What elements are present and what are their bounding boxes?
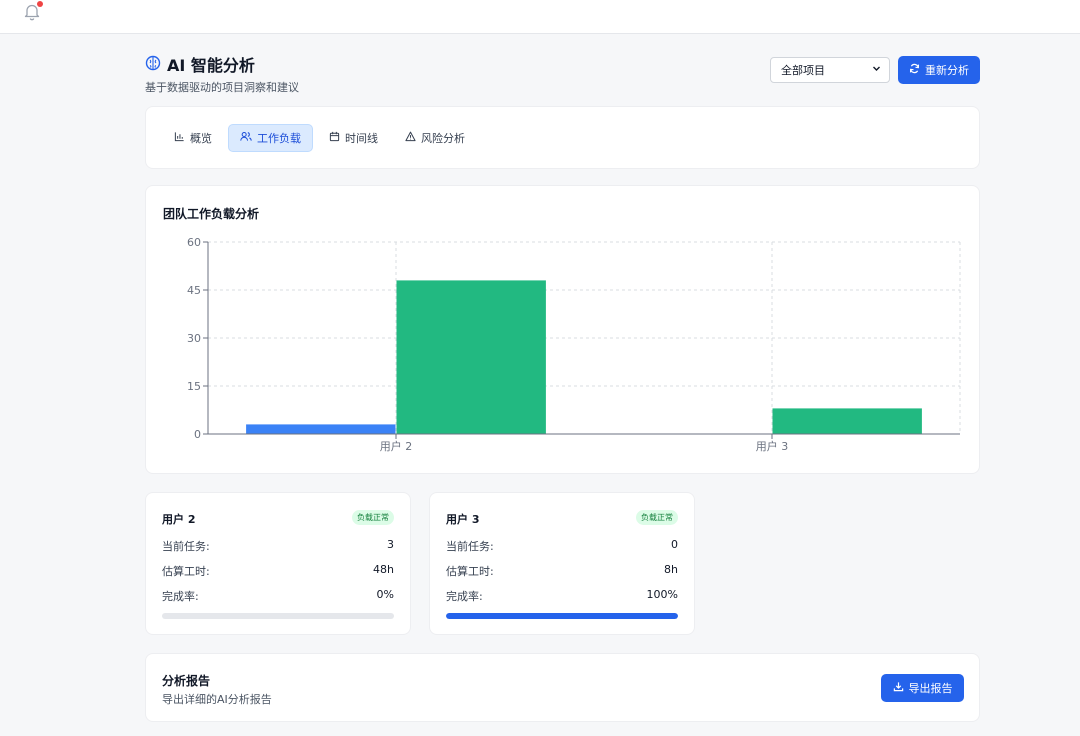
- report-subtitle: 导出详细的AI分析报告: [162, 693, 272, 706]
- tab-label: 概览: [190, 132, 212, 145]
- completion-row: 完成率: 100%: [446, 588, 678, 604]
- completion-progress-fill: [446, 613, 678, 619]
- tasks-row: 当前任务: 3: [162, 538, 394, 554]
- completion-label: 完成率:: [162, 590, 199, 603]
- top-bar: [0, 0, 1080, 34]
- status-badge: 负载正常: [636, 510, 678, 525]
- tab-risk[interactable]: 风险分析: [394, 124, 476, 152]
- hours-value: 48h: [373, 563, 394, 576]
- tab-timeline[interactable]: 时间线: [318, 124, 389, 152]
- hours-value: 8h: [664, 563, 678, 576]
- notification-dot: [37, 1, 43, 7]
- tab-label: 工作负载: [257, 132, 301, 145]
- user-card: 用户 2 负载正常 当前任务: 3 估算工时: 48h 完成率: 0%: [145, 492, 411, 635]
- tab-workload[interactable]: 工作负载: [228, 124, 313, 152]
- y-tick-label: 30: [187, 332, 201, 345]
- export-report-label: 导出报告: [908, 682, 953, 695]
- warning-icon: [405, 131, 416, 145]
- tasks-label: 当前任务:: [446, 540, 494, 553]
- completion-label: 完成率:: [446, 590, 483, 603]
- tasks-row: 当前任务: 0: [446, 538, 678, 554]
- tab-overview[interactable]: 概览: [163, 124, 223, 152]
- page-title: AI 智能分析: [167, 56, 255, 75]
- tabs-card: 概览 工作负载 时间线 风险分析: [145, 106, 980, 169]
- completion-row: 完成率: 0%: [162, 588, 394, 604]
- status-badge: 负载正常: [352, 510, 394, 525]
- report-title: 分析报告: [162, 674, 211, 688]
- calendar-icon: [329, 131, 340, 145]
- project-select-value: 全部项目: [781, 64, 825, 77]
- chart-bar: [246, 424, 396, 434]
- tab-label: 时间线: [345, 132, 378, 145]
- x-tick-label: 用户 3: [756, 439, 789, 453]
- workload-bar-chart: 0 15 30 45 60 用户 2 用户 3: [187, 236, 961, 453]
- users-icon: [240, 131, 252, 145]
- x-tick-label: 用户 2: [380, 439, 413, 453]
- reanalyze-label: 重新分析: [925, 64, 969, 77]
- tasks-label: 当前任务:: [162, 540, 210, 553]
- chevron-down-icon: [872, 64, 881, 76]
- tasks-value: 3: [387, 538, 394, 551]
- download-icon: [893, 681, 904, 695]
- page-header: AI 智能分析 基于数据驱动的项目洞察和建议 全部项目 重新分析: [145, 52, 980, 94]
- y-tick-label: 60: [187, 236, 201, 249]
- chart-bar: [772, 408, 922, 434]
- hours-row: 估算工时: 8h: [446, 563, 678, 579]
- report-card: 分析报告 导出详细的AI分析报告 导出报告: [145, 653, 980, 722]
- hours-label: 估算工时:: [162, 565, 210, 578]
- hours-label: 估算工时:: [446, 565, 494, 578]
- y-tick-label: 15: [187, 380, 201, 393]
- hours-row: 估算工时: 48h: [162, 563, 394, 579]
- bar-chart-icon: [174, 131, 185, 145]
- export-report-button[interactable]: 导出报告: [881, 674, 964, 702]
- project-select[interactable]: 全部项目: [770, 57, 890, 83]
- brain-icon: [145, 55, 161, 74]
- y-tick-label: 45: [187, 284, 201, 297]
- tasks-value: 0: [671, 538, 678, 551]
- workload-chart-card: 团队工作负载分析 0 15 30 45 60 用户 2 用户 3: [145, 185, 980, 474]
- tab-label: 风险分析: [421, 132, 465, 145]
- user-card: 用户 3 负载正常 当前任务: 0 估算工时: 8h 完成率: 100%: [429, 492, 695, 635]
- completion-value: 100%: [646, 588, 678, 601]
- chart-bar: [396, 280, 546, 434]
- y-tick-label: 0: [194, 428, 201, 441]
- completion-progress-bar: [446, 613, 678, 619]
- notification-bell-icon[interactable]: [22, 1, 43, 22]
- refresh-icon: [909, 63, 920, 77]
- user-name: 用户 2: [162, 513, 196, 526]
- completion-progress-bar: [162, 613, 394, 619]
- reanalyze-button[interactable]: 重新分析: [898, 56, 980, 84]
- completion-value: 0%: [376, 588, 394, 601]
- user-name: 用户 3: [446, 513, 480, 526]
